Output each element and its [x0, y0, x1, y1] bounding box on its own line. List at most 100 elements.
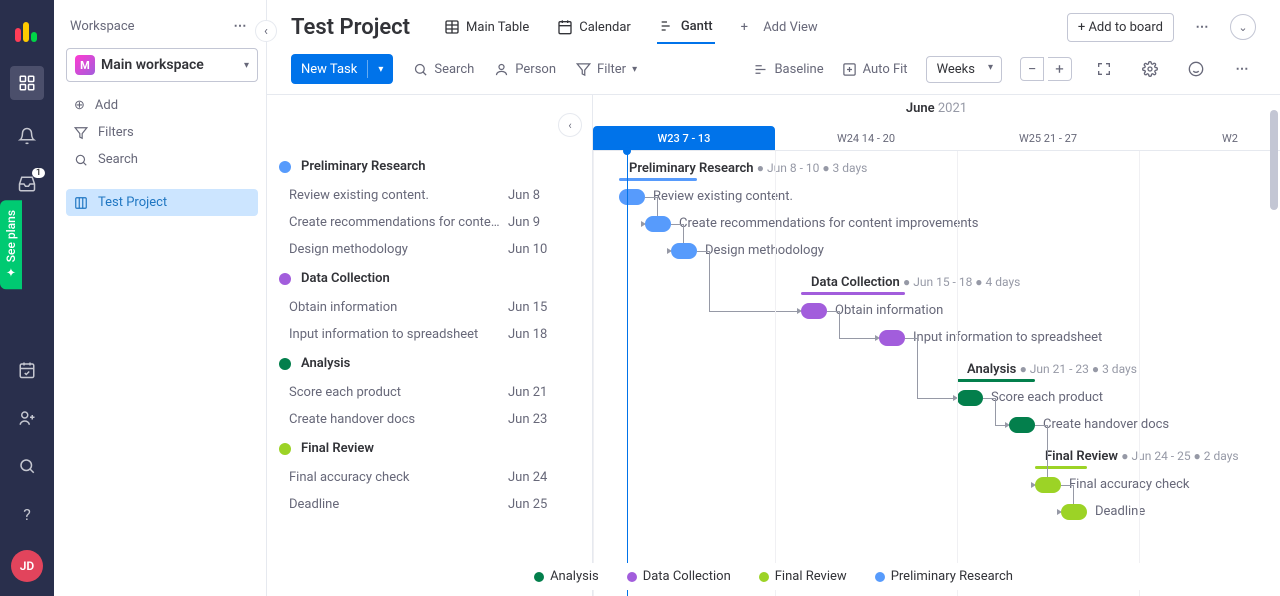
- gantt-bar[interactable]: [957, 390, 983, 406]
- nav-search[interactable]: Search: [66, 146, 258, 173]
- week-header[interactable]: W24 14 - 20: [775, 126, 957, 150]
- task-row[interactable]: Final accuracy checkJun 24: [267, 464, 592, 491]
- board-menu-icon[interactable]: ⋯: [1188, 13, 1216, 41]
- workspace-name: Main workspace: [101, 57, 238, 73]
- gantt-bar[interactable]: [801, 303, 827, 319]
- inbox-icon[interactable]: 1: [15, 172, 39, 196]
- task-row[interactable]: Design methodologyJun 10: [267, 236, 592, 263]
- task-date: Jun 24: [508, 470, 574, 485]
- fullscreen-icon[interactable]: [1090, 55, 1118, 83]
- legend-dot: [759, 572, 769, 582]
- invite-icon[interactable]: [15, 406, 39, 430]
- tab-main-table[interactable]: Main Table: [442, 11, 531, 43]
- auto-fit-button[interactable]: Auto Fit: [842, 62, 908, 77]
- week-header[interactable]: W2: [1139, 126, 1280, 150]
- gantt-bar[interactable]: [1009, 417, 1035, 433]
- board-item-test-project[interactable]: Test Project: [66, 189, 258, 216]
- more-icon[interactable]: ⋯: [1228, 55, 1256, 83]
- task-row[interactable]: Create handover docsJun 23: [267, 406, 592, 433]
- app-logo[interactable]: [15, 18, 39, 42]
- gantt-group-label: Data Collection ● Jun 15 - 18 ● 4 days: [811, 275, 1020, 290]
- gantt-bar[interactable]: [1061, 504, 1087, 520]
- group-header[interactable]: Preliminary Research: [267, 151, 592, 182]
- gantt-bar-label: Deadline: [1095, 504, 1145, 519]
- task-row[interactable]: Input information to spreadsheetJun 18: [267, 321, 592, 348]
- nav-add[interactable]: ⊕Add: [66, 92, 258, 119]
- add-to-board-button[interactable]: + Add to board: [1067, 13, 1174, 42]
- add-view-button[interactable]: + Add View: [739, 12, 820, 43]
- legend-item[interactable]: Preliminary Research: [875, 569, 1013, 584]
- gantt-bar[interactable]: [1035, 477, 1061, 493]
- gantt-icon: [659, 18, 675, 34]
- nav-filters[interactable]: Filters: [66, 119, 258, 146]
- task-name: Design methodology: [289, 242, 508, 257]
- plus-icon: ⊕: [74, 98, 85, 113]
- collapse-header-button[interactable]: ⌄: [1230, 14, 1256, 40]
- group-header[interactable]: Analysis: [267, 348, 592, 379]
- chevron-down-icon[interactable]: ▾: [378, 64, 383, 75]
- legend-dot: [875, 572, 885, 582]
- table-icon: [444, 19, 460, 35]
- task-row[interactable]: Score each productJun 21: [267, 379, 592, 406]
- notifications-icon[interactable]: [15, 124, 39, 148]
- board-title[interactable]: Test Project: [291, 15, 410, 40]
- settings-icon[interactable]: [1136, 55, 1164, 83]
- gantt-bar[interactable]: [619, 189, 645, 205]
- group-color-dot: [279, 161, 291, 173]
- legend-dot: [534, 572, 544, 582]
- task-row[interactable]: DeadlineJun 25: [267, 491, 592, 518]
- search-icon[interactable]: [15, 454, 39, 478]
- scale-selector[interactable]: Weeks: [926, 56, 1002, 83]
- task-date: Jun 8: [508, 188, 574, 203]
- legend-item[interactable]: Data Collection: [627, 569, 731, 584]
- task-row[interactable]: Review existing content.Jun 8: [267, 182, 592, 209]
- legend-item[interactable]: Analysis: [534, 569, 599, 584]
- group-header[interactable]: Final Review: [267, 433, 592, 464]
- group-color-dot: [279, 358, 291, 370]
- week-header[interactable]: W23 7 - 13: [593, 126, 775, 150]
- help-icon[interactable]: ?: [15, 502, 39, 526]
- zoom-in-button[interactable]: +: [1048, 57, 1072, 81]
- timeline-header: June 2021 W23 7 - 13W24 14 - 20W25 21 - …: [593, 95, 1280, 151]
- week-header[interactable]: W25 21 - 27: [957, 126, 1139, 150]
- gantt-group-underline: [957, 379, 1035, 382]
- collapse-tasklist-button[interactable]: ‹: [558, 113, 582, 137]
- gantt-group-underline: [1035, 466, 1087, 469]
- workspace-label: Workspace: [70, 19, 135, 34]
- gantt-group-underline: [619, 178, 697, 181]
- filter-button[interactable]: Filter▾: [576, 62, 637, 77]
- feedback-icon[interactable]: [1182, 55, 1210, 83]
- legend-label: Data Collection: [643, 569, 731, 584]
- legend-item[interactable]: Final Review: [759, 569, 847, 584]
- zoom-out-button[interactable]: −: [1020, 57, 1044, 81]
- my-work-icon[interactable]: [15, 358, 39, 382]
- tab-calendar[interactable]: Calendar: [555, 11, 633, 43]
- gantt-bar[interactable]: [645, 216, 671, 232]
- view-toolbar: New Task ▾ Search Person Filter▾ Baselin…: [267, 44, 1280, 95]
- group-name: Preliminary Research: [301, 159, 426, 174]
- search-button[interactable]: Search: [413, 62, 474, 77]
- workspace-badge: M: [75, 55, 95, 75]
- task-name: Deadline: [289, 497, 508, 512]
- gantt-group-label: Preliminary Research ● Jun 8 - 10 ● 3 da…: [629, 161, 867, 176]
- task-date: Jun 15: [508, 300, 574, 315]
- see-plans-button[interactable]: ✦ See plans: [0, 200, 22, 289]
- gantt-bar[interactable]: [879, 330, 905, 346]
- group-color-dot: [279, 273, 291, 285]
- avatar[interactable]: JD: [11, 550, 43, 582]
- vertical-scrollbar[interactable]: [1270, 110, 1278, 550]
- workspaces-icon[interactable]: [10, 66, 44, 100]
- tab-gantt[interactable]: Gantt: [657, 10, 715, 44]
- zoom-control: − +: [1020, 57, 1072, 81]
- new-task-button[interactable]: New Task ▾: [291, 54, 393, 84]
- person-button[interactable]: Person: [494, 62, 556, 77]
- baseline-button[interactable]: Baseline: [753, 62, 823, 77]
- chevron-down-icon: ▾: [632, 64, 637, 75]
- gantt-timeline[interactable]: June 2021 W23 7 - 13W24 14 - 20W25 21 - …: [593, 95, 1280, 596]
- task-row[interactable]: Create recommendations for content i…Jun…: [267, 209, 592, 236]
- gantt-bar[interactable]: [671, 243, 697, 259]
- workspace-menu-icon[interactable]: ⋯: [226, 12, 254, 40]
- workspace-selector[interactable]: M Main workspace ▾: [66, 48, 258, 82]
- group-header[interactable]: Data Collection: [267, 263, 592, 294]
- task-row[interactable]: Obtain informationJun 15: [267, 294, 592, 321]
